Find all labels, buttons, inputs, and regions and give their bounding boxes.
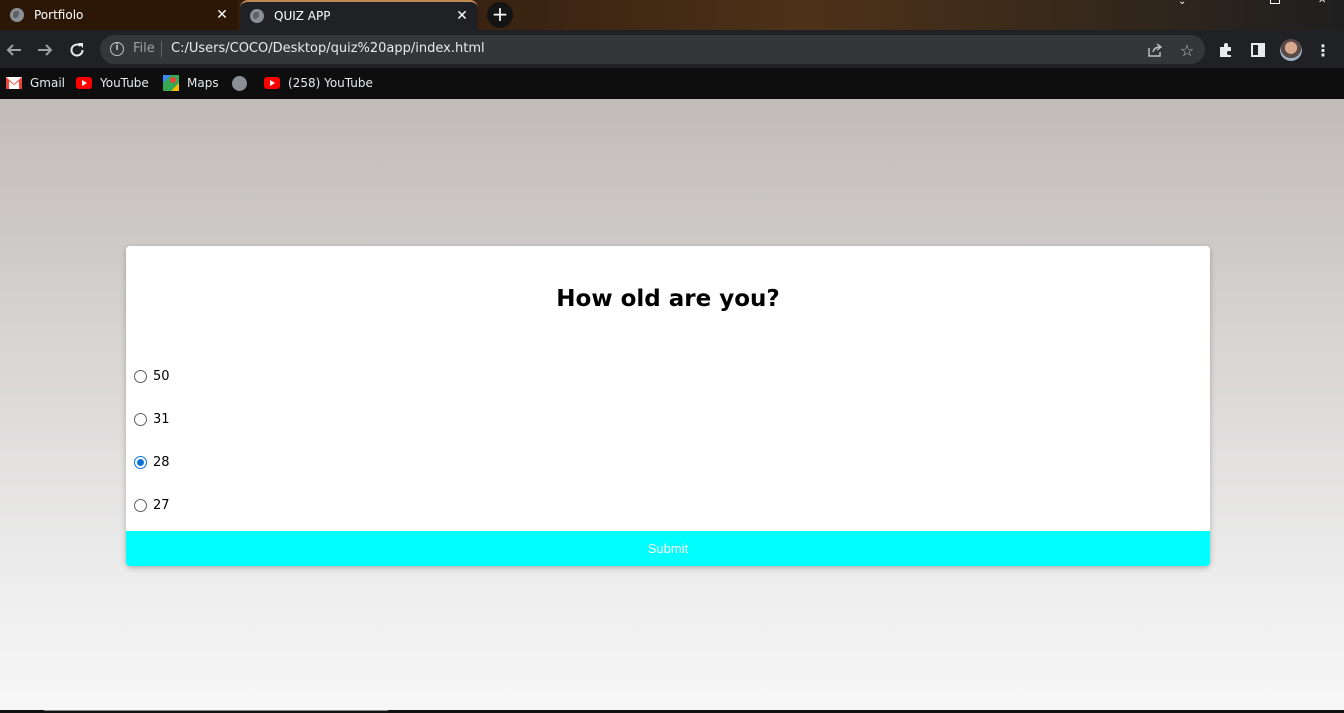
address-bar[interactable]: i File C:/Users/COCO/Desktop/quiz%20app/… [100, 35, 1205, 64]
close-icon[interactable]: ✕ [214, 7, 230, 23]
scheme-label: File [133, 41, 155, 56]
arrow-left-icon [6, 44, 21, 56]
profile-button[interactable] [1279, 38, 1303, 62]
answer-option[interactable]: 28 [134, 452, 170, 472]
tab-search-icon[interactable]: ⌄ [1178, 0, 1186, 7]
answer-radio[interactable] [134, 412, 147, 426]
tab-portfolio[interactable]: Portfiolo ✕ [0, 0, 238, 30]
globe-icon [232, 75, 247, 91]
avatar [1280, 39, 1302, 61]
extensions-button[interactable] [1214, 38, 1238, 62]
bookmarks-bar: Gmail YouTube Maps (258) YouTube [0, 68, 1344, 99]
answer-label: 27 [153, 497, 170, 513]
close-icon[interactable]: ✕ [454, 8, 470, 24]
answer-label: 31 [153, 411, 170, 427]
maximize-icon[interactable] [1270, 0, 1280, 4]
puzzle-icon [1220, 43, 1231, 57]
answer-option[interactable]: 27 [134, 495, 170, 515]
globe-icon [250, 9, 264, 23]
bookmark-maps[interactable]: Maps [163, 73, 219, 93]
answer-option[interactable]: 50 [134, 366, 170, 386]
divider [161, 41, 162, 57]
bookmark-label: Maps [187, 76, 219, 90]
close-window-icon[interactable]: ✕ [1318, 0, 1326, 6]
share-icon[interactable] [1145, 40, 1165, 60]
answer-label: 50 [153, 368, 170, 384]
answer-option[interactable]: 31 [134, 409, 170, 429]
share-glyph [1148, 43, 1163, 57]
tab-quiz-app[interactable]: QUIZ APP ✕ [240, 0, 478, 30]
tab-strip: Portfiolo ✕ QUIZ APP ✕ + ⌄ ✕ [0, 0, 1344, 30]
bookmark-gmail[interactable]: Gmail [6, 73, 65, 93]
bookmark-label: Gmail [30, 76, 66, 90]
back-button[interactable] [2, 38, 26, 62]
bookmark-youtube-258[interactable]: (258) YouTube [264, 73, 373, 93]
bookmark-youtube[interactable]: YouTube [76, 73, 149, 93]
page-viewport: How old are you? 50 31 28 27 Submit [0, 99, 1344, 713]
answer-radio[interactable] [134, 498, 147, 512]
url-text[interactable]: C:/Users/COCO/Desktop/quiz%20app/index.h… [171, 41, 485, 56]
side-panel-icon [1251, 43, 1265, 57]
side-panel-button[interactable] [1246, 38, 1270, 62]
bookmark-label: YouTube [100, 76, 149, 90]
menu-button[interactable]: ⋮ [1311, 38, 1335, 62]
reload-button[interactable] [65, 38, 89, 62]
answer-radio[interactable] [134, 369, 147, 383]
bookmark-label: (258) YouTube [288, 76, 373, 90]
arrow-right-icon [38, 44, 53, 56]
info-icon[interactable]: i [110, 42, 124, 56]
maps-icon [163, 75, 179, 91]
reload-icon [70, 43, 84, 57]
tab-title: QUIZ APP [274, 9, 331, 23]
new-tab-button[interactable]: + [487, 2, 513, 28]
youtube-icon [76, 77, 92, 89]
forward-button[interactable] [33, 38, 57, 62]
globe-icon [10, 8, 24, 22]
gmail-icon [6, 77, 22, 89]
quiz-card: How old are you? 50 31 28 27 Submit [126, 246, 1210, 566]
answer-radio[interactable] [134, 455, 147, 469]
star-icon[interactable]: ☆ [1177, 40, 1197, 60]
question-title: How old are you? [556, 286, 780, 312]
youtube-icon [264, 77, 280, 89]
browser-toolbar: i File C:/Users/COCO/Desktop/quiz%20app/… [0, 30, 1344, 68]
tab-title: Portfiolo [34, 8, 84, 22]
submit-button[interactable]: Submit [126, 531, 1210, 566]
bookmark-globe[interactable] [232, 73, 255, 93]
answer-label: 28 [153, 454, 170, 470]
